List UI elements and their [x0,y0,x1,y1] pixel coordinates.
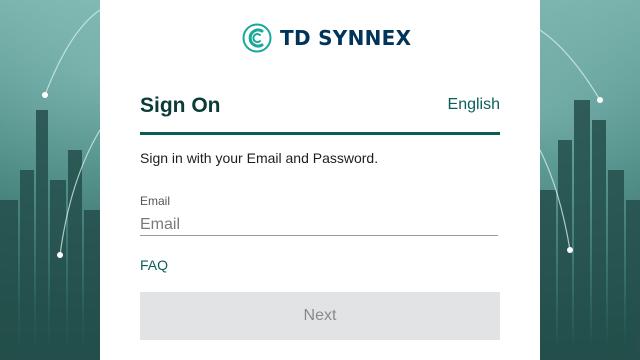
email-input[interactable] [140,214,498,236]
language-selector[interactable]: English [448,96,500,114]
td-synnex-logo-icon [242,23,272,53]
brand-logo: TD SYNNEX [242,22,411,54]
title-divider [140,132,500,135]
page-title: Sign On [140,94,221,117]
next-button[interactable]: Next [140,292,500,340]
faq-link[interactable]: FAQ [140,257,168,273]
brand-name: TD SYNNEX [280,26,412,50]
signin-instructions: Sign in with your Email and Password. [140,150,379,166]
email-field-label: Email [140,194,171,208]
sign-on-panel: TD SYNNEX Sign On English Sign in with y… [100,0,540,360]
